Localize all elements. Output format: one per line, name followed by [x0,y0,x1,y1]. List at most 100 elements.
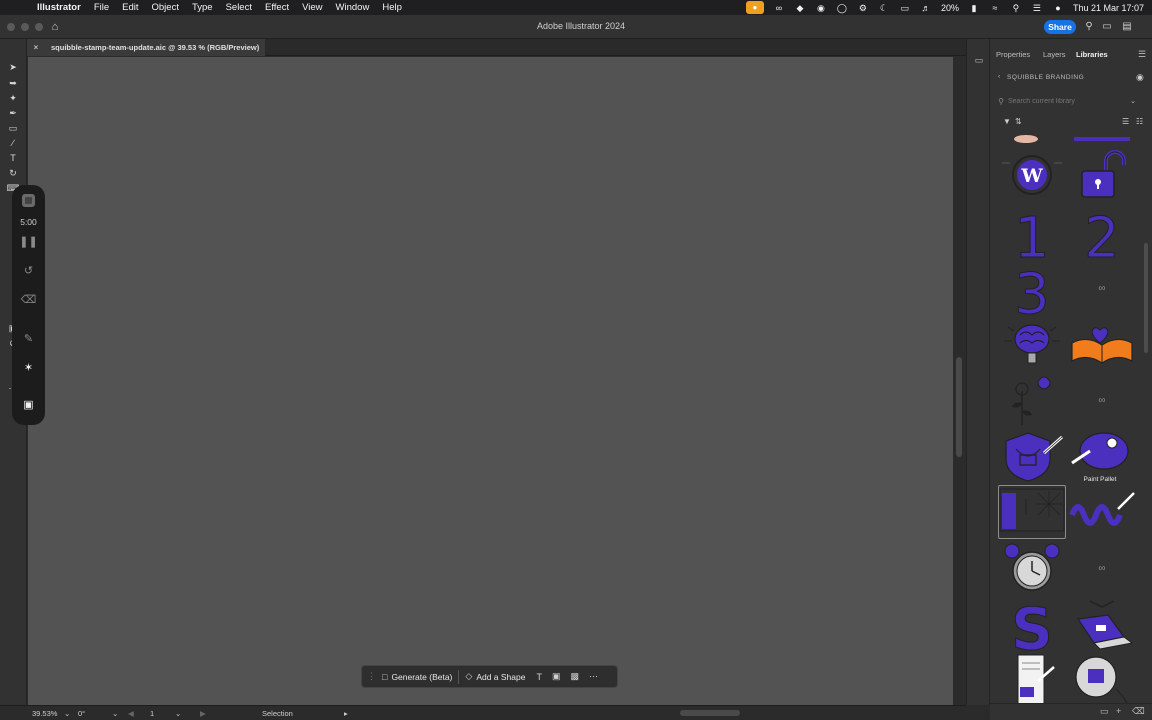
comments-icon[interactable]: ▭ [973,55,985,65]
folder-icon[interactable]: ▭ [1100,706,1109,717]
asset-chart-badge[interactable] [1068,653,1136,703]
menu-file[interactable]: File [94,0,109,15]
asset-document[interactable] [998,653,1066,703]
close-icon[interactable]: × [29,43,43,52]
arrange-documents-icon[interactable]: ▤ [1120,20,1134,34]
microphone-icon[interactable]: ● [745,1,764,14]
confetti-icon[interactable]: ✶ [12,361,45,374]
creative-cloud-icon[interactable]: ∞ [773,3,785,13]
paintbrush-tool-icon[interactable]: ∕ [6,137,20,149]
pencil-icon[interactable]: ✎ [12,332,45,345]
pen-tool-icon[interactable]: ✒ [6,107,20,119]
direct-selection-tool-icon[interactable]: ➥ [6,77,20,89]
scrollbar-thumb[interactable] [1144,243,1148,353]
library-search-input[interactable] [1008,97,1128,105]
volume-icon[interactable]: ♬ [920,3,932,13]
generate-button[interactable]: □ Generate (Beta) [376,665,458,688]
asset-number-one[interactable]: 1 [998,205,1066,260]
chevron-down-icon[interactable]: ⌄ [64,709,70,718]
add-shape-button[interactable]: ◇ Add a Shape [459,665,531,688]
gear-icon[interactable]: ⚙ [857,3,869,13]
document-tab[interactable]: × squibble-stamp-team-update.aic @ 39.53… [27,39,265,56]
sort-icon[interactable]: ⇅ [1015,117,1022,126]
asset-paint-palette[interactable]: Paint Pallet [1068,429,1136,483]
asset-tile[interactable] [1068,133,1136,147]
tab-layers[interactable]: Layers [1043,50,1066,59]
asset-squiggle-brush[interactable] [1068,485,1136,539]
next-artboard-icon[interactable]: ▶ [200,709,206,718]
status-menu-icon[interactable]: ▸ [344,709,348,718]
scrollbar-thumb[interactable] [680,710,740,716]
chrome-icon[interactable]: ◉ [815,3,827,13]
vpn-icon[interactable]: ◯ [836,3,848,13]
share-button[interactable]: Share [1044,20,1076,34]
canvas-horizontal-scrollbar[interactable] [360,710,950,716]
type-icon[interactable]: T [531,665,547,688]
panel-menu-icon[interactable]: ☰ [1138,49,1146,60]
asset-alarm-clock[interactable] [998,541,1066,595]
restart-icon[interactable]: ↺ [12,264,45,277]
asset-number-two[interactable]: 2 [1068,205,1136,260]
asset-letter-s[interactable]: S [998,597,1066,651]
place-image-icon[interactable]: ▣ [547,665,566,688]
asset-laptop[interactable] [1068,597,1136,651]
display-icon[interactable]: ▭ [899,3,911,13]
first-artboard-icon[interactable]: ◀ [128,709,134,718]
selection-tool-icon[interactable]: ➤ [6,61,20,73]
menu-window[interactable]: Window [336,0,370,15]
tab-properties[interactable]: Properties [996,50,1030,59]
search-icon[interactable]: ⚲ [1082,20,1096,34]
moon-icon[interactable]: ☾ [878,3,890,13]
chevron-down-icon[interactable]: ⌄ [175,709,181,718]
menu-app-name[interactable]: Illustrator [37,0,81,15]
trash-icon[interactable]: ⌫ [12,293,45,306]
asset-book-heart[interactable] [1068,317,1136,371]
rotation-value[interactable]: 0° [78,709,85,718]
asset-padlock[interactable] [1068,149,1136,203]
chevron-down-icon[interactable]: ⌄ [1128,97,1138,105]
chevron-down-icon[interactable]: ⌄ [112,709,118,718]
asset-loading-placeholder[interactable]: ∞ [1068,261,1136,315]
artboard-canvas[interactable] [28,57,953,705]
control-center-icon[interactable]: ☰ [1031,3,1043,13]
rectangle-tool-icon[interactable]: ▭ [6,122,20,134]
canvas-vertical-scrollbar[interactable] [953,57,965,705]
menu-edit[interactable]: Edit [122,0,138,15]
asset-loading-placeholder[interactable]: ∞ [1068,373,1136,427]
menu-help[interactable]: Help [382,0,402,15]
wifi-icon[interactable]: ≈ [989,3,1001,13]
dropbox-icon[interactable]: ◆ [794,3,806,13]
more-options-icon[interactable]: ⋯ [584,665,603,688]
workspace-icon[interactable]: ▭ [1100,20,1114,34]
menu-type[interactable]: Type [192,0,213,15]
zoom-level[interactable]: 39.53% [32,709,57,718]
asset-bull-shield[interactable] [998,429,1066,483]
collaborator-icon[interactable]: ◉ [1136,72,1144,83]
type-tool-icon[interactable]: T [6,152,20,164]
menubar-clock[interactable]: Thu 21 Mar 17:07 [1073,3,1144,13]
group-view-icon[interactable]: ☰ [1122,117,1129,126]
scrollbar-thumb[interactable] [956,357,962,457]
tab-libraries[interactable]: Libraries [1076,50,1108,59]
library-scrollbar[interactable] [1142,133,1150,703]
asset-spiderweb-window[interactable] [998,485,1066,539]
menu-view[interactable]: View [302,0,322,15]
add-icon[interactable]: + [1116,706,1121,716]
asset-wordpress-logo[interactable]: W [998,149,1066,203]
magic-wand-icon[interactable]: ✦ [6,92,20,104]
camera-icon[interactable]: ▣ [12,398,45,411]
asset-flower[interactable] [998,373,1066,427]
asset-number-three[interactable]: 3 [998,261,1066,316]
search-icon[interactable]: ⚲ [1010,3,1022,13]
drag-handle-icon[interactable]: ⋮ [367,671,376,682]
asset-loading-placeholder[interactable]: ∞ [1068,541,1136,595]
image-trace-icon[interactable]: ▩ [565,665,584,688]
stop-recording-button[interactable] [22,194,35,207]
asset-brain[interactable] [998,317,1066,371]
user-icon[interactable]: ● [1052,3,1064,13]
menu-object[interactable]: Object [152,0,179,15]
pause-icon[interactable]: ❚❚ [12,235,45,248]
battery-icon[interactable]: ▮ [968,3,980,13]
artboard-number[interactable]: 1 [150,709,154,718]
asset-tile[interactable] [998,133,1066,147]
